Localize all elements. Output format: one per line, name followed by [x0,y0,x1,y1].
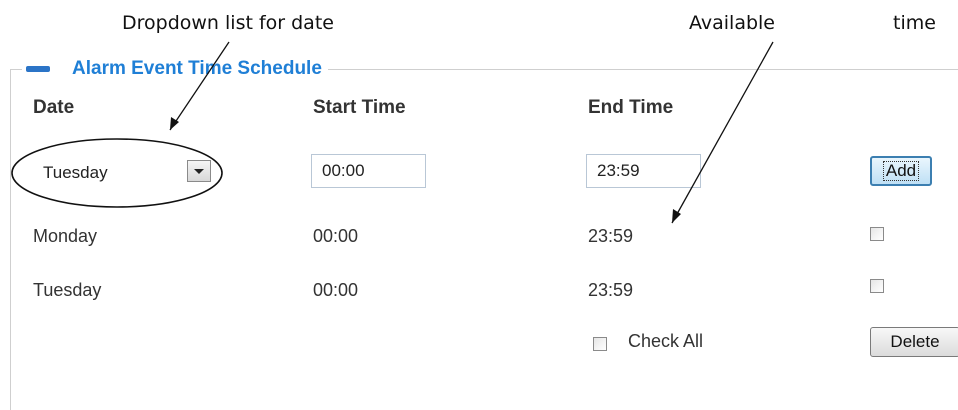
callout-overlay [11,41,774,224]
available-arrow-line [671,41,774,224]
dropdown-highlight-ellipse [11,138,223,208]
available-arrow-head [672,209,681,223]
dropdown-arrow-line [169,41,230,131]
